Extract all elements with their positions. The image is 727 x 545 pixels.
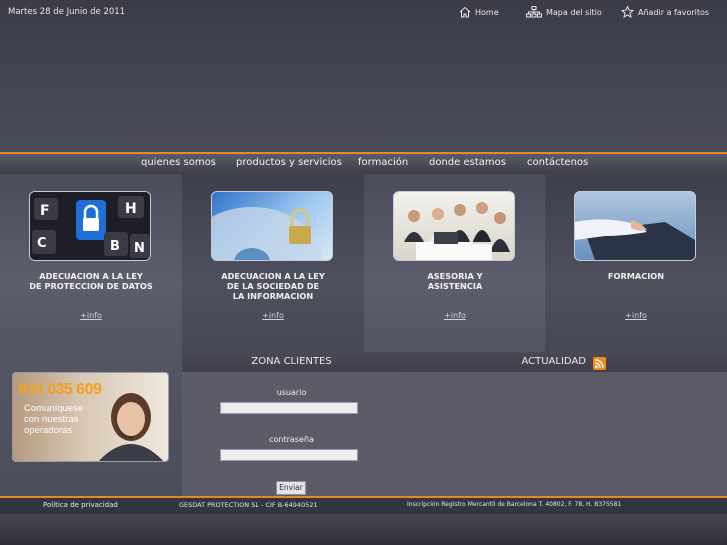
service-title: ADECUACION A LA LEY DE PROTECCION DE DATO… bbox=[29, 271, 153, 291]
favorites-link-label: Añadir a favoritos bbox=[638, 7, 710, 17]
news-heading: ACTUALIDAD bbox=[521, 356, 586, 367]
home-icon bbox=[459, 6, 471, 18]
svg-text:N: N bbox=[134, 241, 145, 256]
sitemap-link-label: Mapa del sitio bbox=[546, 7, 602, 17]
service-tile-asesoria: ASESORIA Y ASISTENCIA +info bbox=[364, 174, 546, 352]
more-info-link[interactable]: +info bbox=[364, 311, 546, 320]
service-tile-formacion: FORMACION +info bbox=[545, 174, 727, 352]
company-info: GESDAT PROTECTION SL - CIF B-64940521 bbox=[179, 501, 318, 509]
rss-icon[interactable] bbox=[593, 355, 606, 374]
submit-button[interactable]: Enviar bbox=[276, 481, 306, 495]
password-input[interactable] bbox=[220, 449, 358, 461]
sitemap-icon bbox=[526, 6, 542, 18]
svg-text:H: H bbox=[125, 201, 137, 217]
nav-item-formacion[interactable]: formación bbox=[358, 157, 408, 168]
phone-message: Comuníquese con nuestras operadoras bbox=[24, 403, 84, 436]
favorites-link[interactable]: Añadir a favoritos bbox=[621, 6, 709, 18]
main-nav: quienes somos productos y servicios form… bbox=[0, 152, 727, 174]
phone-banner[interactable]: 933 035 609 Comuníquese con nuestras opera… bbox=[12, 372, 169, 462]
client-zone: ZONA CLIENTES usuario contraseña Enviar bbox=[182, 352, 401, 496]
page-bottom-band bbox=[0, 514, 727, 545]
nav-item-quienes-somos[interactable]: quienes somos bbox=[141, 157, 216, 168]
phone-number: 933 035 609 bbox=[18, 381, 102, 398]
disc-padlock-image[interactable] bbox=[211, 191, 333, 261]
username-label: usuario bbox=[276, 388, 307, 397]
home-link[interactable]: Home bbox=[459, 6, 499, 18]
registry-info: Inscripción Registro Mercantil de Barcel… bbox=[407, 501, 622, 508]
keyboard-lock-image[interactable]: F H C B N bbox=[29, 191, 151, 261]
star-icon bbox=[621, 6, 634, 18]
svg-text:F: F bbox=[40, 203, 50, 219]
more-info-link[interactable]: +info bbox=[0, 311, 182, 320]
more-info-link[interactable]: +info bbox=[182, 311, 364, 320]
nav-item-donde-estamos[interactable]: donde estamos bbox=[429, 157, 506, 168]
privacy-link[interactable]: Politica de privacidad bbox=[43, 501, 118, 509]
svg-text:B: B bbox=[110, 239, 120, 254]
more-info-link[interactable]: +info bbox=[545, 311, 727, 320]
nav-item-contactenos[interactable]: contáctenos bbox=[527, 157, 588, 168]
service-title: ASESORIA Y ASISTENCIA bbox=[427, 271, 483, 291]
header-bar: Martes 28 de Junio de 2011 Home Mapa del… bbox=[0, 0, 727, 152]
laptop-typing-image[interactable] bbox=[574, 191, 696, 261]
nav-item-productos-servicios[interactable]: productos y servicios bbox=[236, 157, 342, 168]
service-tile-sociedad-informacion: ADECUACION A LA LEY DE LA SOCIEDAD DE LA I… bbox=[182, 174, 364, 352]
current-date: Martes 28 de Junio de 2011 bbox=[8, 7, 126, 17]
svg-text:C: C bbox=[37, 236, 47, 251]
footer-bar: Politica de privacidad GESDAT PROTECTION… bbox=[0, 496, 727, 514]
service-title: ADECUACION A LA LEY DE LA SOCIEDAD DE LA I… bbox=[221, 271, 325, 301]
phone-panel: 933 035 609 Comuníquese con nuestras opera… bbox=[0, 352, 182, 496]
username-input[interactable] bbox=[220, 402, 358, 414]
home-link-label: Home bbox=[475, 7, 499, 17]
client-zone-heading: ZONA CLIENTES bbox=[182, 352, 401, 372]
team-meeting-image[interactable] bbox=[393, 191, 515, 261]
service-title: FORMACION bbox=[607, 271, 665, 281]
news-panel: ACTUALIDAD bbox=[401, 352, 727, 496]
sitemap-link[interactable]: Mapa del sitio bbox=[526, 6, 602, 18]
service-tile-proteccion-datos: F H C B N ADECUACION A LA LEY DE PROTECCI… bbox=[0, 174, 182, 352]
password-label: contraseña bbox=[269, 435, 314, 444]
news-header: ACTUALIDAD bbox=[401, 352, 727, 372]
